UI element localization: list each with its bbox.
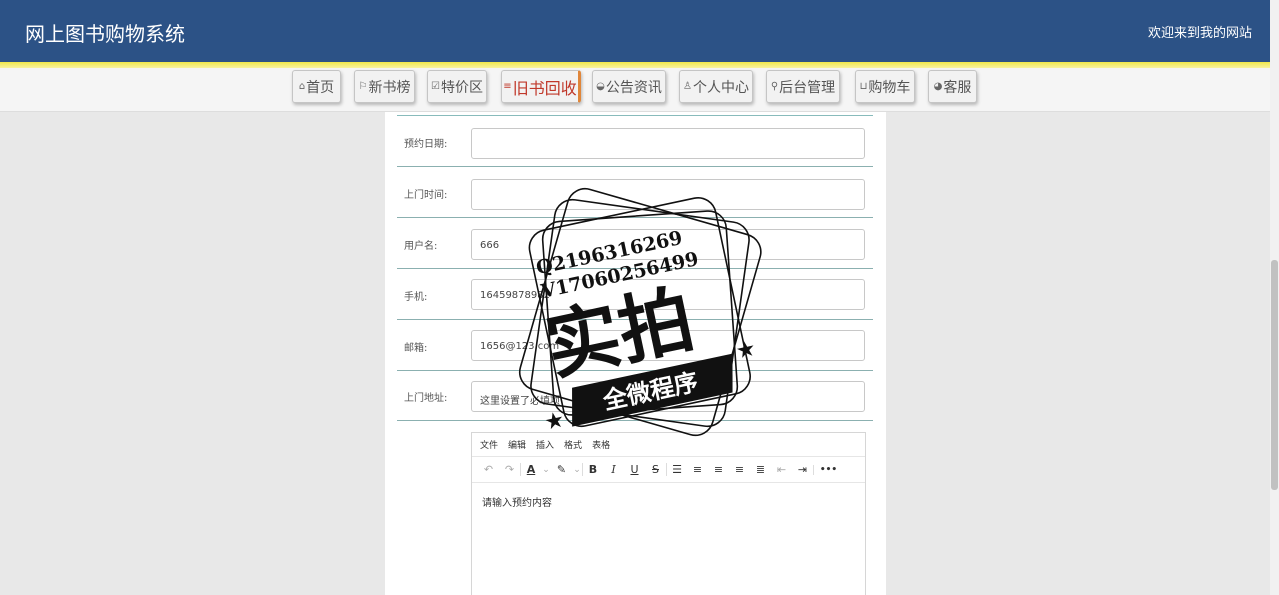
menu-insert[interactable]: 插入 xyxy=(536,438,554,451)
site-header: 网上图书购物系统 欢迎来到我的网站 xyxy=(0,0,1270,62)
nav-home[interactable]: ⌂ 首页 xyxy=(292,70,341,103)
redo-icon[interactable]: ↷ xyxy=(499,463,520,476)
field-label: 手机: xyxy=(404,292,428,303)
user-icon: ♙ xyxy=(683,81,692,92)
indent-icon[interactable]: ⇥ xyxy=(792,463,813,476)
main-nav: ⌂ 首页 ⚐ 新书榜 ☑ 特价区 ≡ 旧书回收 ◒ 公告资讯 ♙ 个人中心 ⚲ … xyxy=(0,68,1270,112)
site-title: 网上图书购物系统 xyxy=(25,22,185,46)
form-row-phone: 手机: 16459878982 xyxy=(397,269,873,320)
flag-icon: ⚐ xyxy=(358,81,368,92)
rich-text-editor: 文件 编辑 插入 格式 表格 ↶ ↷ A ⌄ ✎ ⌄ B I U S ☰ ≡ ≡… xyxy=(471,432,866,595)
appointment-date-input[interactable] xyxy=(471,128,865,159)
list-icon: ≡ xyxy=(503,81,512,92)
align-center-icon[interactable]: ≡ xyxy=(708,463,729,476)
home-icon: ⌂ xyxy=(298,81,306,92)
nav-label: 首页 xyxy=(306,79,335,96)
nav-announcements[interactable]: ◒ 公告资讯 xyxy=(592,70,666,103)
undo-icon[interactable]: ↶ xyxy=(478,463,499,476)
form-row-email: 邮箱: 1656@123.com xyxy=(397,320,873,371)
nav-label: 特价区 xyxy=(440,79,483,96)
nav-label: 旧书回收 xyxy=(512,78,577,98)
form-row-visit-time: 上门时间: xyxy=(397,167,873,218)
justify-icon[interactable]: ≣ xyxy=(750,463,771,476)
font-color-icon[interactable]: A xyxy=(520,463,541,476)
align-right-icon[interactable]: ≡ xyxy=(729,463,750,476)
nav-label: 新书榜 xyxy=(368,79,411,96)
menu-file[interactable]: 文件 xyxy=(480,438,498,451)
editor-menubar: 文件 编辑 插入 格式 表格 xyxy=(472,433,865,457)
nav-cart[interactable]: ⊔ 购物车 xyxy=(855,70,915,103)
chat-icon: ◕ xyxy=(933,81,943,92)
menu-edit[interactable]: 编辑 xyxy=(508,438,526,451)
scrollbar-thumb[interactable] xyxy=(1271,260,1278,490)
line-height-icon[interactable]: ☰ xyxy=(666,463,687,476)
chevron-down-icon[interactable]: ⌄ xyxy=(541,465,551,475)
nav-used-book-recycle[interactable]: ≡ 旧书回收 xyxy=(501,70,581,103)
editor-content[interactable]: 请输入预约内容 xyxy=(472,483,865,520)
visit-time-input[interactable] xyxy=(471,179,865,210)
cart-icon: ⊔ xyxy=(859,81,868,92)
nav-label: 购物车 xyxy=(868,79,911,96)
nav-label: 后台管理 xyxy=(779,79,836,96)
tag-icon: ☑ xyxy=(431,81,440,92)
field-label: 上门地址: xyxy=(404,393,448,404)
nav-new-books[interactable]: ⚐ 新书榜 xyxy=(354,70,415,103)
username-input[interactable]: 666 xyxy=(471,229,865,260)
nav-label: 公告资讯 xyxy=(605,79,662,96)
outdent-icon[interactable]: ⇤ xyxy=(771,463,792,476)
field-label: 邮箱: xyxy=(404,343,428,354)
email-input[interactable]: 1656@123.com xyxy=(471,330,865,361)
field-label: 预约日期: xyxy=(404,139,448,150)
form-row-date: 预约日期: xyxy=(397,116,873,167)
nav-label: 个人中心 xyxy=(692,79,749,96)
phone-input[interactable]: 16459878982 xyxy=(471,279,865,310)
nav-label: 客服 xyxy=(943,79,972,96)
menu-table[interactable]: 表格 xyxy=(592,438,610,451)
highlight-icon[interactable]: ✎ xyxy=(551,463,572,476)
link-icon: ⚲ xyxy=(770,81,779,92)
appointment-form: 预约日期: 上门时间: 用户名: 666 手机: 16459878982 邮箱:… xyxy=(385,112,886,595)
field-label: 上门时间: xyxy=(404,190,448,201)
field-label: 用户名: xyxy=(404,241,438,252)
book-icon: ◒ xyxy=(596,81,605,92)
chevron-down-icon[interactable]: ⌄ xyxy=(572,465,582,475)
nav-personal-center[interactable]: ♙ 个人中心 xyxy=(679,70,753,103)
nav-specials[interactable]: ☑ 特价区 xyxy=(427,70,487,103)
bold-icon[interactable]: B xyxy=(582,463,603,476)
nav-customer-service[interactable]: ◕ 客服 xyxy=(928,70,977,103)
welcome-text: 欢迎来到我的网站 xyxy=(1147,26,1252,41)
form-row-address: 上门地址: 这里设置了必填项 xyxy=(397,370,873,421)
address-input[interactable]: 这里设置了必填项 xyxy=(471,381,865,412)
align-left-icon[interactable]: ≡ xyxy=(687,463,708,476)
italic-icon[interactable]: I xyxy=(603,463,624,476)
menu-format[interactable]: 格式 xyxy=(564,438,582,451)
page-scrollbar[interactable] xyxy=(1270,0,1279,595)
form-row-username: 用户名: 666 xyxy=(397,218,873,269)
nav-admin[interactable]: ⚲ 后台管理 xyxy=(766,70,840,103)
underline-icon[interactable]: U xyxy=(624,463,645,476)
editor-toolbar: ↶ ↷ A ⌄ ✎ ⌄ B I U S ☰ ≡ ≡ ≡ ≣ ⇤ ⇥ ••• xyxy=(472,457,865,483)
strikethrough-icon[interactable]: S xyxy=(645,463,666,476)
more-icon[interactable]: ••• xyxy=(813,464,843,475)
